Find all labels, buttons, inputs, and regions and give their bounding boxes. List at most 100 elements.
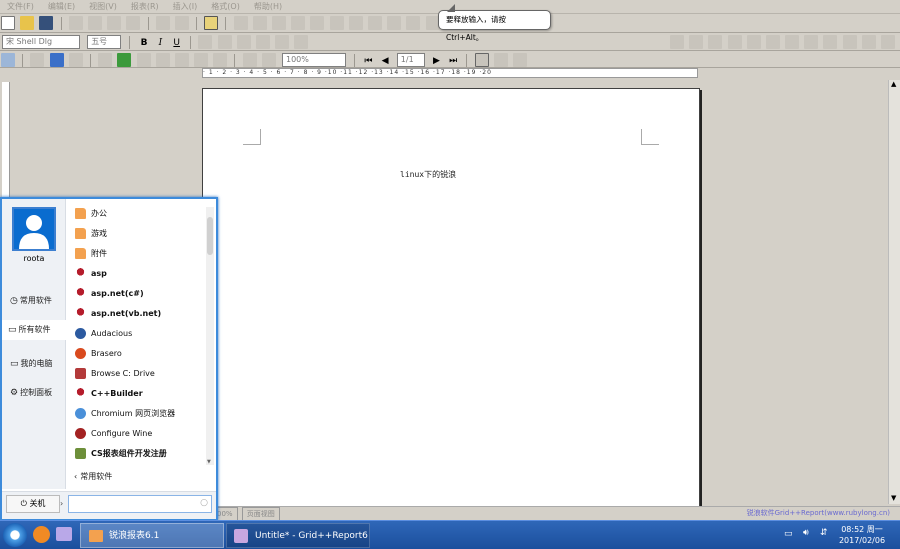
design-view-icon[interactable] bbox=[1, 53, 15, 67]
bold-button[interactable]: B bbox=[137, 38, 152, 48]
save-icon[interactable] bbox=[39, 16, 54, 30]
search-input[interactable]: ○ bbox=[68, 495, 212, 513]
page-setup-icon[interactable] bbox=[68, 53, 83, 67]
redo-icon[interactable] bbox=[174, 16, 189, 30]
subreport-icon[interactable] bbox=[881, 35, 895, 49]
menu-edit[interactable]: 编辑(E) bbox=[41, 0, 82, 13]
menu-help[interactable]: 帮助(H) bbox=[247, 0, 289, 13]
text-bottom-icon[interactable] bbox=[294, 35, 309, 49]
page-icon[interactable] bbox=[213, 53, 228, 67]
same-width-icon[interactable] bbox=[348, 16, 363, 30]
list-item[interactable]: 游戏 bbox=[68, 223, 208, 243]
nav-control-panel[interactable]: ⚙ 控制面板 bbox=[4, 383, 64, 403]
copy-icon[interactable] bbox=[87, 16, 102, 30]
back-to-frequent[interactable]: ‹ 常用软件 bbox=[68, 467, 208, 487]
list-item[interactable]: asp bbox=[68, 263, 208, 283]
list-item[interactable]: asp.net(c#) bbox=[68, 283, 208, 303]
menu-insert[interactable]: 插入(I) bbox=[166, 0, 205, 13]
menu-file[interactable]: 文件(F) bbox=[0, 0, 41, 13]
taskbar-clock[interactable]: 08:52 周一 2017/02/06 bbox=[832, 524, 892, 546]
properties-icon[interactable] bbox=[204, 16, 219, 30]
export-pdf-icon[interactable] bbox=[136, 53, 151, 67]
memo-box-icon[interactable] bbox=[746, 35, 761, 49]
align-left-icon[interactable] bbox=[233, 16, 248, 30]
line-icon[interactable] bbox=[785, 35, 800, 49]
text-align-right-icon[interactable] bbox=[236, 35, 251, 49]
status-view-mode[interactable]: 页面视图 bbox=[241, 507, 280, 521]
list-item[interactable]: 办公 bbox=[68, 203, 208, 223]
zoom-out-icon[interactable] bbox=[261, 53, 276, 67]
firefox-launcher-icon[interactable] bbox=[33, 526, 50, 543]
page-number-field[interactable]: 1/1 bbox=[396, 53, 425, 67]
shutdown-options-arrow[interactable]: › bbox=[60, 495, 66, 513]
align-top-icon[interactable] bbox=[291, 16, 306, 30]
shutdown-button[interactable]: ⏻ 关机 bbox=[6, 495, 60, 513]
open-icon[interactable] bbox=[20, 16, 35, 30]
taskbar-window-file-manager[interactable]: 锐浪报表6.1 bbox=[80, 523, 224, 548]
page-icon[interactable] bbox=[174, 53, 189, 67]
nav-all-apps[interactable]: ▭ 所有软件 bbox=[2, 320, 67, 340]
print-preview-icon[interactable] bbox=[49, 53, 64, 67]
font-size-select[interactable]: 五号 bbox=[87, 35, 122, 49]
spacing-icon[interactable] bbox=[406, 16, 421, 30]
textbox-icon[interactable] bbox=[689, 35, 704, 49]
text-align-center-icon[interactable] bbox=[217, 35, 232, 49]
list-item[interactable]: Chromium 网页浏览器 bbox=[68, 403, 208, 423]
mail-icon[interactable] bbox=[155, 53, 170, 67]
align-right-icon[interactable] bbox=[272, 16, 286, 30]
file-manager-launcher-icon[interactable] bbox=[56, 527, 72, 541]
new-icon[interactable] bbox=[1, 16, 15, 30]
scroll-down-icon[interactable]: ▼ bbox=[207, 459, 211, 465]
vertical-scrollbar[interactable]: ▲ ▼ bbox=[888, 80, 900, 504]
chart-icon[interactable] bbox=[804, 35, 819, 49]
taskbar-window-gridreport[interactable]: Untitle* - Grid++Report6 ... bbox=[226, 523, 370, 548]
list-item[interactable]: asp.net(vb.net) bbox=[68, 303, 208, 323]
font-name-select[interactable]: 宋 Shell Dlg bbox=[2, 35, 80, 49]
zoom-select[interactable]: 100% bbox=[282, 53, 346, 67]
text-align-left-icon[interactable] bbox=[198, 35, 213, 49]
user-avatar[interactable] bbox=[12, 207, 56, 251]
delete-icon[interactable] bbox=[126, 16, 141, 30]
zoom-in-icon[interactable] bbox=[242, 53, 257, 67]
list-item[interactable]: C++Builder bbox=[68, 383, 208, 403]
app-list-scrollbar[interactable]: ▼ bbox=[206, 207, 214, 465]
nav-frequent-apps[interactable]: ◷ 常用软件 bbox=[4, 291, 64, 311]
snapshot-icon[interactable] bbox=[512, 53, 527, 67]
prev-page-button[interactable]: ◀ bbox=[379, 56, 392, 66]
menu-report[interactable]: 报表(R) bbox=[124, 0, 166, 13]
last-page-button[interactable]: ⏭ bbox=[446, 56, 460, 66]
list-item[interactable]: Browse C: Drive bbox=[68, 363, 208, 383]
nav-my-computer[interactable]: ▭ 我的电脑 bbox=[4, 354, 64, 374]
menu-format[interactable]: 格式(O) bbox=[204, 0, 247, 13]
scroll-up-icon[interactable]: ▲ bbox=[891, 80, 896, 88]
list-item[interactable]: Configure Wine bbox=[68, 423, 208, 443]
underline-button[interactable]: U bbox=[169, 38, 184, 48]
text-middle-icon[interactable] bbox=[275, 35, 290, 49]
text-select-icon[interactable] bbox=[493, 53, 508, 67]
print-icon[interactable] bbox=[30, 53, 45, 67]
list-item[interactable]: CS报表组件开发注册 bbox=[68, 443, 208, 463]
hand-tool-icon[interactable] bbox=[474, 53, 489, 67]
align-bottom-icon[interactable] bbox=[329, 16, 344, 30]
export-icon[interactable] bbox=[98, 53, 113, 67]
list-item[interactable]: Audacious bbox=[68, 323, 208, 343]
next-page-button[interactable]: ▶ bbox=[430, 56, 443, 66]
label-icon[interactable] bbox=[669, 35, 684, 49]
report-page[interactable]: linux下的锐浪 bbox=[202, 88, 700, 508]
same-height-icon[interactable] bbox=[367, 16, 382, 30]
export-excel-icon[interactable] bbox=[117, 53, 132, 67]
volume-icon[interactable]: 🔊︎ bbox=[803, 528, 809, 538]
list-item[interactable]: 附件 bbox=[68, 243, 208, 263]
cut-icon[interactable] bbox=[68, 16, 83, 30]
page-icon[interactable] bbox=[194, 53, 209, 67]
picture-icon[interactable] bbox=[842, 35, 857, 49]
list-item[interactable]: Brasero bbox=[68, 343, 208, 363]
scroll-down-icon[interactable]: ▼ bbox=[891, 494, 896, 502]
undo-icon[interactable] bbox=[155, 16, 170, 30]
barcode-icon[interactable] bbox=[823, 35, 838, 49]
table-icon[interactable] bbox=[861, 35, 876, 49]
paste-icon[interactable] bbox=[107, 16, 122, 30]
system-var-icon[interactable] bbox=[727, 35, 742, 49]
scrollbar-thumb[interactable] bbox=[207, 217, 213, 255]
align-center-icon[interactable] bbox=[252, 16, 267, 30]
